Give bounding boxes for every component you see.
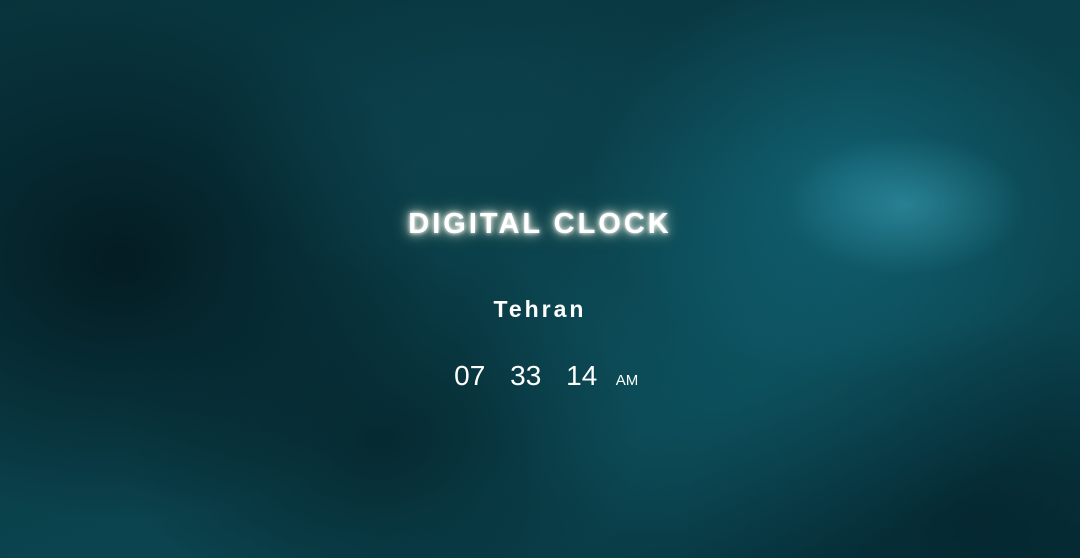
- city-name: Tehran: [493, 296, 587, 322]
- hours-value: 07: [454, 360, 486, 391]
- period-label: AM: [615, 372, 639, 389]
- minutes-value: 33: [510, 360, 542, 391]
- page-title: DIGITAL CLOCK: [408, 208, 672, 240]
- time-display: 07 33 14 AM: [0, 360, 1080, 392]
- clock-container: DIGITAL CLOCK Tehran 07 33 14 AM: [0, 0, 1080, 558]
- seconds-value: 14: [566, 360, 598, 391]
